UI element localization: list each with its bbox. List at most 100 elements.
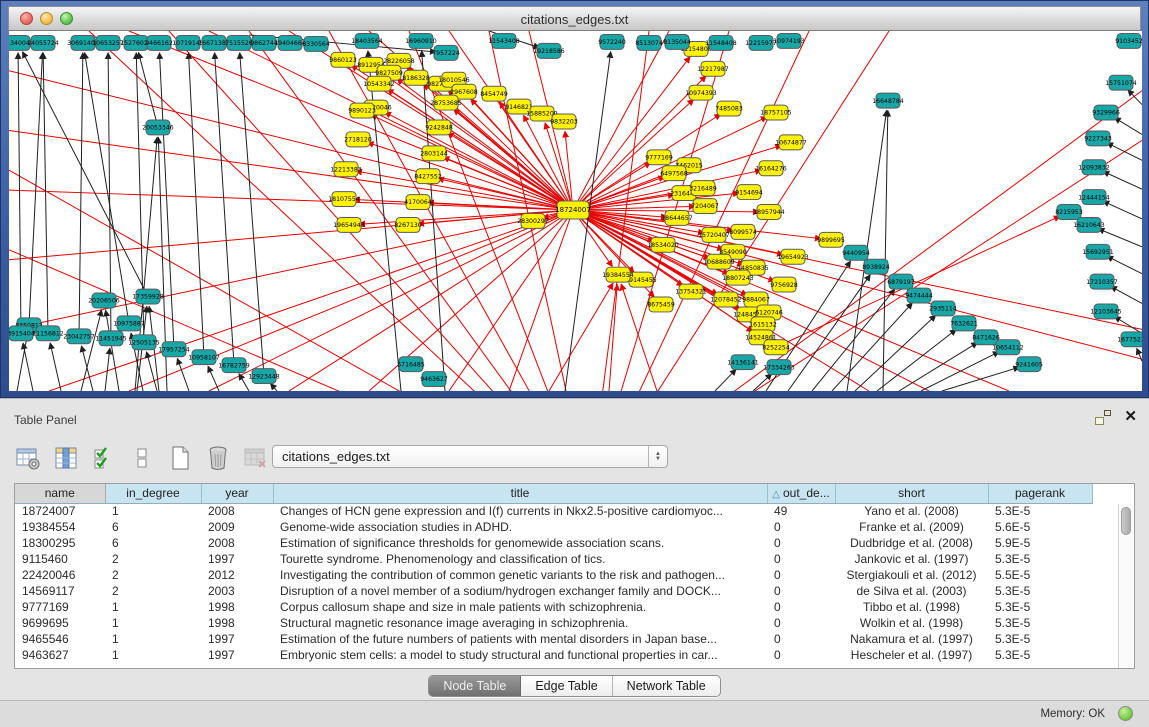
- column-header-in_degree[interactable]: in_degree: [105, 484, 201, 503]
- graph-edge[interactable]: [9, 170, 589, 391]
- graph-node[interactable]: 8513074: [635, 35, 663, 50]
- graph-edge[interactable]: [9, 210, 573, 329]
- show-columns-button[interactable]: [52, 444, 80, 472]
- graph-node[interactable]: 10688609: [703, 254, 735, 269]
- graph-node[interactable]: 12093832: [1078, 160, 1110, 175]
- graph-node[interactable]: 9756928: [770, 277, 798, 292]
- graph-edge[interactable]: [715, 369, 736, 391]
- graph-edge[interactable]: [177, 359, 189, 391]
- graph-node[interactable]: 9899695: [817, 232, 845, 247]
- graph-edge[interactable]: [443, 157, 573, 210]
- graph-node[interactable]: 12444154: [1078, 190, 1110, 205]
- graph-node[interactable]: 8186328: [402, 70, 430, 85]
- graph-node[interactable]: 10974193: [773, 33, 805, 48]
- graph-node[interactable]: 16164276: [755, 161, 787, 176]
- tab-edge-table[interactable]: Edge Table: [521, 676, 612, 696]
- graph-edge[interactable]: [159, 53, 174, 349]
- graph-node[interactable]: 13754321: [675, 284, 707, 299]
- graph-edge[interactable]: [50, 343, 61, 391]
- graph-node[interactable]: 8454749: [480, 86, 508, 101]
- graph-node[interactable]: 18534020: [647, 237, 679, 252]
- graph-node[interactable]: 28300297: [517, 213, 549, 228]
- scrollbar-thumb[interactable]: [1121, 507, 1131, 535]
- table-row[interactable]: 1830029562008Estimation of significance …: [15, 535, 1092, 551]
- graph-edge[interactable]: [877, 329, 956, 391]
- graph-edge[interactable]: [788, 275, 870, 391]
- delete-column-button[interactable]: [204, 444, 232, 472]
- graph-edge[interactable]: [1137, 348, 1142, 361]
- graph-edge[interactable]: [79, 53, 83, 336]
- graph-node[interactable]: 2718120: [344, 132, 372, 147]
- table-row[interactable]: 946554611997Estimation of the future num…: [15, 631, 1092, 647]
- graph-edge[interactable]: [208, 366, 219, 391]
- graph-node[interactable]: 9242848: [425, 120, 453, 135]
- column-header-pagerank[interactable]: pagerank: [988, 484, 1092, 503]
- graph-edge[interactable]: [1111, 286, 1142, 303]
- table-row[interactable]: 2242004622012Investigating the contribut…: [15, 567, 1092, 583]
- unselect-all-button[interactable]: [128, 444, 156, 472]
- graph-node[interactable]: 9463627: [420, 372, 448, 387]
- close-panel-icon[interactable]: ✕: [1124, 407, 1137, 425]
- graph-node[interactable]: 8135044: [663, 34, 691, 49]
- graph-node[interactable]: 8330564: [302, 36, 330, 51]
- graph-node[interactable]: 10543342: [363, 76, 395, 91]
- graph-node[interactable]: 9227343: [1084, 131, 1112, 146]
- graph-node[interactable]: 16782759: [218, 358, 250, 373]
- table-row[interactable]: 946362711997Embryonic stem cells: a mode…: [15, 647, 1092, 663]
- graph-edge[interactable]: [85, 53, 129, 324]
- graph-node[interactable]: 17210357: [1086, 274, 1118, 289]
- graph-node[interactable]: 9440954: [842, 245, 870, 260]
- graph-node[interactable]: 18403564: [351, 33, 383, 48]
- table-mode-button[interactable]: [14, 444, 42, 472]
- graph-node[interactable]: 12505135: [128, 335, 160, 350]
- graph-edge[interactable]: [189, 53, 204, 357]
- graph-node[interactable]: 18757105: [760, 105, 792, 120]
- network-canvas[interactable]: 1872400798601238912954282260589827509818…: [9, 31, 1142, 391]
- column-header-out_de[interactable]: △out_de...: [767, 484, 835, 503]
- graph-node[interactable]: 12213383: [330, 162, 362, 177]
- graph-node[interactable]: 18644657: [661, 211, 693, 226]
- graph-edge[interactable]: [89, 31, 589, 391]
- graph-edge[interactable]: [29, 53, 43, 325]
- graph-node[interactable]: 4170064: [404, 195, 432, 210]
- graph-node[interactable]: 7515526: [225, 35, 253, 50]
- graph-node[interactable]: 19654943: [333, 217, 365, 232]
- graph-node[interactable]: 8267130: [394, 217, 422, 232]
- graph-node[interactable]: 10653257: [92, 35, 124, 50]
- graph-node[interactable]: 9860123: [329, 52, 357, 67]
- graph-edge[interactable]: [1107, 143, 1142, 160]
- graph-edge[interactable]: [23, 52, 148, 297]
- table-vertical-scrollbar[interactable]: [1118, 504, 1133, 668]
- graph-node[interactable]: 11451945: [95, 331, 127, 346]
- graph-edge[interactable]: [271, 384, 277, 391]
- graph-node[interactable]: 11156812: [32, 326, 64, 341]
- graph-node[interactable]: 28753685: [430, 95, 462, 110]
- graph-node[interactable]: 12215977: [745, 35, 777, 50]
- graph-edge[interactable]: [18, 53, 21, 333]
- graph-node[interactable]: 18957944: [753, 205, 785, 220]
- new-column-button[interactable]: [166, 444, 194, 472]
- graph-node[interactable]: 20206506: [88, 293, 120, 308]
- graph-node[interactable]: 9329966: [1092, 105, 1120, 120]
- graph-edge[interactable]: [135, 137, 157, 391]
- graph-node[interactable]: 18807243: [722, 270, 754, 285]
- graph-node[interactable]: 15692951: [1082, 244, 1114, 259]
- graph-node[interactable]: 15751074: [1105, 75, 1137, 90]
- graph-edge[interactable]: [1115, 317, 1142, 334]
- memory-ok-indicator-icon[interactable]: [1118, 706, 1133, 721]
- graph-node[interactable]: 8252254: [762, 340, 790, 355]
- graph-node[interactable]: 20053346: [142, 120, 174, 135]
- graph-node[interactable]: 10975887: [113, 316, 145, 331]
- graph-edge[interactable]: [23, 343, 33, 391]
- graph-edge[interactable]: [609, 285, 617, 391]
- graph-edge[interactable]: [942, 367, 1019, 391]
- graph-edge[interactable]: [139, 53, 158, 128]
- graph-node[interactable]: 17957254: [158, 342, 190, 357]
- graph-node[interactable]: 10974393: [685, 85, 717, 100]
- graph-node[interactable]: 9154694: [735, 185, 763, 200]
- graph-node[interactable]: 12923448: [248, 369, 280, 384]
- graph-edge[interactable]: [1115, 118, 1142, 135]
- graph-node[interactable]: 17334263: [763, 360, 795, 375]
- select-all-button[interactable]: [90, 444, 118, 472]
- graph-edge[interactable]: [1107, 256, 1142, 273]
